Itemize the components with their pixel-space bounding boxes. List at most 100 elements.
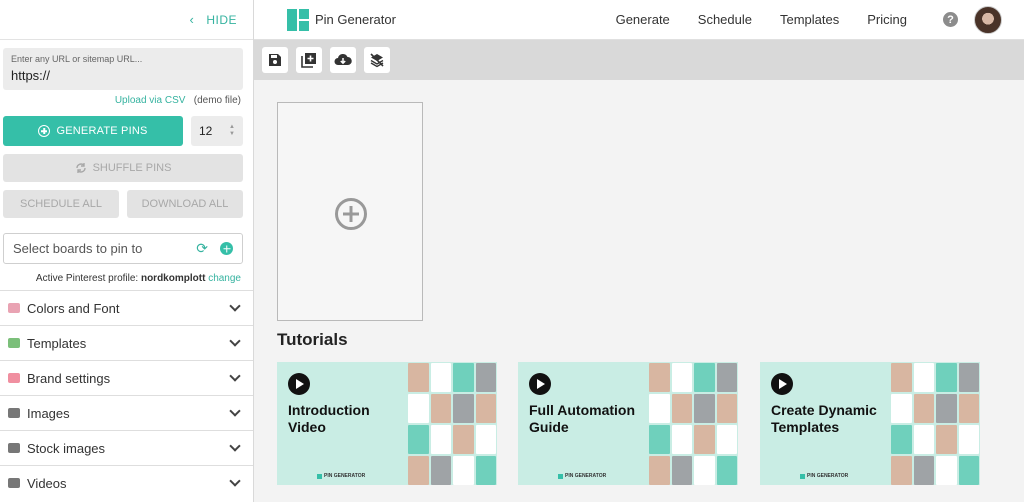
main-canvas: Tutorials Introduction Video PIN GENERAT…: [254, 80, 1024, 502]
save-button[interactable]: [262, 47, 288, 73]
editor-toolbar: [254, 40, 1024, 80]
profile-prefix: Active Pinterest profile:: [35, 273, 139, 284]
section-templates[interactable]: Templates: [0, 325, 253, 360]
play-icon: [288, 373, 310, 395]
plus-circle-icon: [335, 198, 367, 230]
hide-label: HIDE: [206, 12, 237, 27]
shuffle-pins-button[interactable]: SHUFFLE PINS: [3, 154, 243, 182]
section-label: Stock images: [27, 440, 106, 456]
card-brand-label: PIN GENERATOR: [807, 473, 849, 479]
avatar[interactable]: [974, 5, 1002, 34]
nav-links: Generate Schedule Templates Pricing ?: [588, 5, 1002, 34]
url-input-placeholder: Enter any URL or sitemap URL...: [11, 54, 143, 64]
pin-collage-image: [890, 362, 980, 485]
schedule-all-button[interactable]: SCHEDULE ALL: [3, 190, 119, 218]
generate-pins-label: GENERATE PINS: [56, 125, 148, 137]
chevron-down-icon: [229, 440, 241, 452]
logo-icon: [558, 473, 563, 479]
section-videos[interactable]: Videos: [0, 465, 253, 500]
chevron-down-icon: [229, 370, 241, 382]
pin-collage-image: [407, 362, 497, 485]
add-square-icon: [301, 53, 316, 68]
upload-csv-link[interactable]: Upload via CSV: [115, 95, 186, 106]
demo-file-link[interactable]: (demo file): [194, 95, 241, 106]
section-stock-images[interactable]: Stock images: [0, 430, 253, 465]
pin-count-stepper[interactable]: 12 ▲ ▼: [191, 116, 243, 146]
tutorial-card-dynamic-templates[interactable]: Create Dynamic Templates PIN GENERATOR: [760, 362, 980, 485]
chevron-down-icon: [229, 405, 241, 417]
card-brand: PIN GENERATOR: [800, 473, 848, 479]
add-board-icon[interactable]: [220, 242, 233, 255]
top-nav: Pin Generator Generate Schedule Template…: [254, 0, 1024, 40]
play-icon: [529, 373, 551, 395]
nav-templates[interactable]: Templates: [780, 12, 839, 27]
add-template-button[interactable]: [296, 47, 322, 73]
layers-off-button[interactable]: [364, 47, 390, 73]
active-profile: Active Pinterest profile: nordkomplott c…: [36, 273, 241, 284]
refresh-icon[interactable]: ⟳: [196, 240, 208, 257]
image-icon: [8, 338, 20, 348]
url-input[interactable]: Enter any URL or sitemap URL... https://: [3, 48, 243, 90]
add-pin-card[interactable]: [277, 102, 423, 321]
tutorial-card-introduction[interactable]: Introduction Video PIN GENERATOR: [277, 362, 497, 485]
section-label: Videos: [27, 475, 67, 491]
chevron-down-icon: [229, 335, 241, 347]
nav-pricing[interactable]: Pricing: [867, 12, 907, 27]
chevron-down-icon: [229, 475, 241, 487]
cloud-download-icon: [334, 53, 352, 65]
nav-schedule[interactable]: Schedule: [698, 12, 752, 27]
select-boards-input[interactable]: Select boards to pin to ⟳: [3, 233, 243, 264]
sidebar: ‹ HIDE Enter any URL or sitemap URL... h…: [0, 0, 254, 502]
brand-name: Pin Generator: [315, 12, 396, 27]
help-icon[interactable]: ?: [943, 12, 958, 27]
card-brand: PIN GENERATOR: [317, 473, 365, 479]
layers-off-icon: [370, 53, 384, 68]
projector-icon: [8, 478, 20, 488]
section-colors-and-font[interactable]: Colors and Font: [0, 290, 253, 325]
shuffle-pins-label: SHUFFLE PINS: [92, 162, 172, 174]
chevron-left-icon: ‹: [189, 12, 195, 27]
section-label: Colors and Font: [27, 300, 120, 316]
upload-row: Upload via CSV (demo file): [115, 95, 241, 106]
download-all-label: DOWNLOAD ALL: [141, 198, 229, 210]
brand-logo[interactable]: Pin Generator: [287, 8, 396, 31]
cloud-download-button[interactable]: [330, 47, 356, 73]
brain-icon: [8, 373, 20, 383]
logo-icon: [287, 8, 309, 31]
stepper-arrows-icon[interactable]: ▲ ▼: [229, 124, 235, 138]
pin-collage-image: [648, 362, 738, 485]
save-icon: [269, 54, 281, 66]
section-label: Templates: [27, 335, 87, 351]
pin-count-value: 12: [199, 124, 213, 138]
url-input-value: https://: [11, 68, 51, 83]
section-brand-settings[interactable]: Brand settings: [0, 360, 253, 395]
play-icon: [771, 373, 793, 395]
tutorial-title: Create Dynamic Templates: [771, 402, 877, 435]
tutorial-title: Introduction Video: [288, 402, 370, 435]
hide-sidebar-button[interactable]: ‹ HIDE: [0, 0, 253, 40]
card-brand-label: PIN GENERATOR: [565, 473, 607, 479]
card-brand-label: PIN GENERATOR: [324, 473, 366, 479]
tutorial-card-automation[interactable]: Full Automation Guide PIN GENERATOR: [518, 362, 738, 485]
nav-generate[interactable]: Generate: [616, 12, 670, 27]
settings-accordion: Colors and Font Templates Brand settings…: [0, 290, 253, 500]
schedule-all-label: SCHEDULE ALL: [20, 198, 102, 210]
palette-icon: [8, 303, 20, 313]
change-profile-link[interactable]: change: [208, 273, 241, 284]
tutorials-heading: Tutorials: [277, 330, 348, 349]
chevron-down-icon: [229, 300, 241, 312]
section-label: Images: [27, 405, 70, 421]
card-brand: PIN GENERATOR: [558, 473, 606, 479]
section-label: Brand settings: [27, 370, 111, 386]
generate-pins-button[interactable]: GENERATE PINS: [3, 116, 183, 146]
logo-icon: [800, 473, 805, 479]
shuffle-icon: [75, 163, 86, 173]
tutorial-title: Full Automation Guide: [529, 402, 636, 435]
camera-icon: [8, 443, 20, 453]
section-images[interactable]: Images: [0, 395, 253, 430]
camera-icon: [8, 408, 20, 418]
download-all-button[interactable]: DOWNLOAD ALL: [127, 190, 243, 218]
logo-icon: [317, 473, 322, 479]
profile-name: nordkomplott: [140, 273, 206, 284]
plus-circle-icon: [38, 125, 51, 137]
